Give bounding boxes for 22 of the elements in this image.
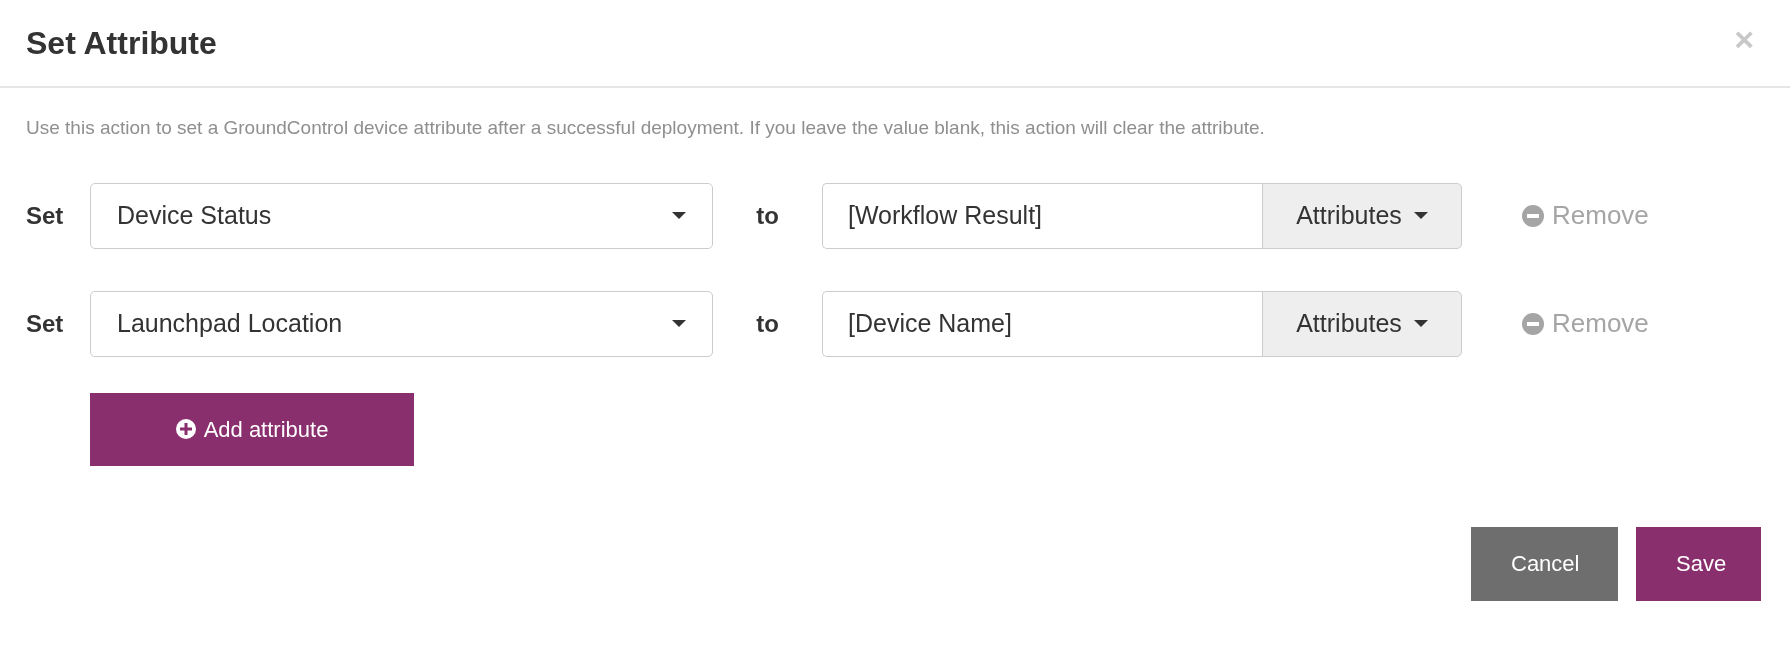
plus-circle-icon — [175, 419, 196, 439]
save-button[interactable]: Save — [1636, 526, 1761, 601]
minus-circle-icon — [1522, 204, 1544, 227]
value-input[interactable]: [Workflow Result] — [822, 182, 1262, 249]
cancel-button[interactable]: Cancel — [1471, 526, 1618, 601]
caret-icon — [1413, 320, 1428, 327]
minus-circle-icon — [1522, 312, 1544, 335]
caret-icon — [672, 212, 686, 219]
to-label: to — [755, 308, 780, 339]
add-attribute-button[interactable]: Add attribute — [90, 392, 414, 466]
dialog-title: Set Attribute — [26, 23, 217, 63]
set-label: Set — [26, 308, 65, 339]
set-label: Set — [26, 200, 65, 231]
attribute-select[interactable]: Launchpad Location — [90, 290, 713, 357]
attributes-dropdown-button[interactable]: Attributes — [1262, 182, 1462, 249]
attributes-dropdown-button[interactable]: Attributes — [1262, 290, 1462, 357]
attribute-select[interactable]: Device Status — [90, 182, 713, 249]
caret-icon — [672, 320, 686, 327]
description-text: Use this action to set a GroundControl device attribute after a successful deployment. If you leave the value blank, this action will clear the attribute. — [25, 116, 1266, 140]
value-input[interactable]: [Device Name] — [822, 290, 1262, 357]
to-label: to — [755, 200, 780, 231]
caret-icon — [1413, 212, 1428, 219]
